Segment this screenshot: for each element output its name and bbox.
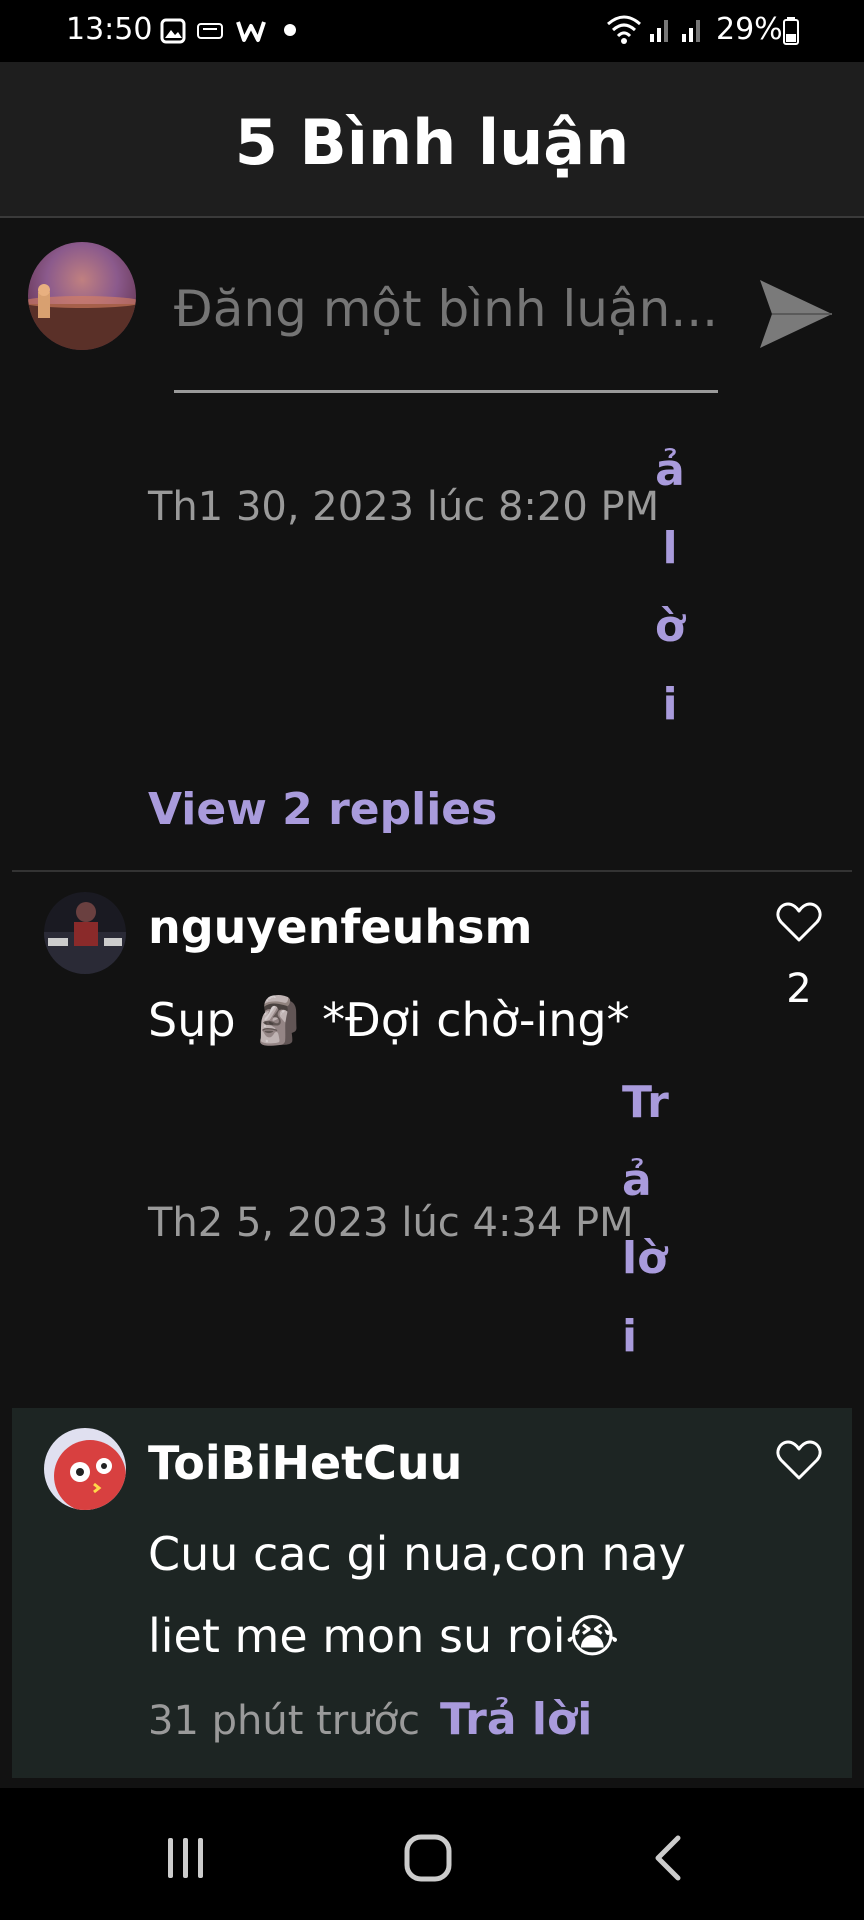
wattpad-icon (236, 21, 266, 42)
header: 5 Bình luận (0, 62, 864, 218)
reply-button[interactable]: ả l ờ i (648, 432, 692, 744)
app-notification-icon (197, 23, 223, 39)
avatar-image (44, 902, 126, 974)
signal-icon-2 (682, 20, 700, 42)
dot-icon (284, 24, 296, 36)
reply-button[interactable]: Tr ả lờ i (622, 1064, 694, 1376)
reply-char: lờ (622, 1233, 668, 1284)
wifi-icon (607, 15, 641, 44)
commenter-avatar[interactable] (44, 892, 126, 974)
page-title: 5 Bình luận (234, 106, 630, 179)
comment-username[interactable]: ToiBiHetCuu (148, 1436, 462, 1490)
navigation-bar (0, 1788, 864, 1920)
user-avatar[interactable] (28, 242, 136, 350)
comment-timestamp: Th2 5, 2023 lúc 4:34 PM (148, 1200, 634, 1246)
signal-icon-1 (650, 20, 668, 42)
recent-apps-icon[interactable] (164, 1836, 208, 1880)
reply-char: i (622, 1311, 638, 1362)
avatar-image (54, 1440, 126, 1510)
status-bar: 13:50 29% (0, 0, 864, 62)
heart-icon[interactable] (776, 902, 822, 944)
input-underline (174, 390, 718, 393)
reply-button[interactable]: Trả lời (440, 1694, 592, 1745)
divider (12, 870, 852, 872)
like-count: 2 (786, 966, 812, 1012)
send-icon[interactable] (758, 276, 834, 352)
comment-text-line-2: liet me mon su roi😭 (148, 1609, 620, 1663)
comment-text-line-1: Cuu cac gi nua,con nay (148, 1527, 686, 1581)
back-icon[interactable] (652, 1834, 684, 1882)
battery-icon (783, 17, 799, 45)
commenter-avatar[interactable] (44, 1428, 126, 1510)
gallery-icon (160, 18, 186, 44)
avatar-image (28, 284, 136, 350)
comment-timestamp: Th1 30, 2023 lúc 8:20 PM (148, 484, 660, 530)
comment-text: Sụp 🗿 *Đợi chờ-ing* (148, 993, 630, 1047)
reply-char: Tr (622, 1077, 669, 1128)
reply-char: ờ (654, 601, 686, 652)
comment-input[interactable] (174, 280, 714, 338)
comment-username[interactable]: nguyenfeuhsm (148, 900, 532, 954)
reply-char: ả (622, 1155, 652, 1206)
battery-percent: 29% (716, 12, 783, 47)
view-replies-link[interactable]: View 2 replies (148, 784, 497, 835)
reply-char: ả (655, 445, 685, 496)
status-time: 13:50 (66, 12, 153, 47)
comment-timestamp: 31 phút trước (148, 1698, 421, 1744)
home-icon[interactable] (404, 1834, 452, 1882)
heart-icon[interactable] (776, 1440, 822, 1482)
reply-char: l (662, 523, 678, 574)
reply-char: i (662, 679, 678, 730)
